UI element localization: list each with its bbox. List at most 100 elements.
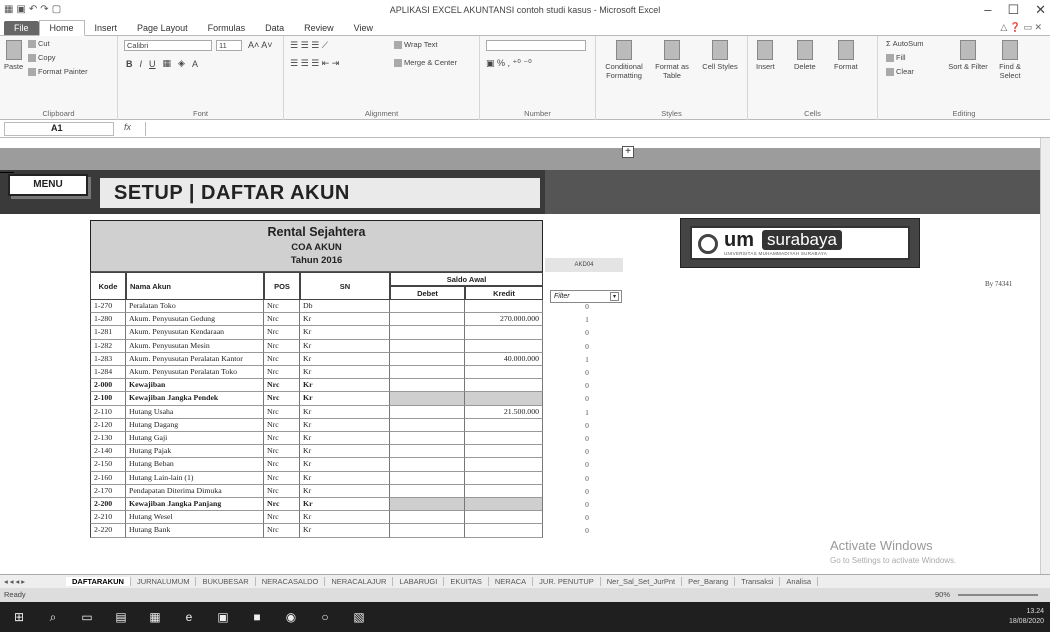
clear-button[interactable]: Clear — [886, 67, 914, 76]
format-cells-button[interactable]: Format — [834, 40, 858, 71]
cell-nama[interactable]: Hutang Dagang — [126, 418, 264, 432]
vertical-scrollbar[interactable] — [1040, 138, 1050, 574]
cell-kode[interactable]: 2-120 — [90, 418, 126, 432]
cell-pos[interactable]: Nrc — [264, 458, 300, 472]
format-as-table-button[interactable]: Format as Table — [650, 40, 694, 80]
table-row[interactable]: 2-150 Hutang Beban Nrc Kr — [90, 458, 543, 472]
cell-sn[interactable]: Kr — [300, 511, 390, 525]
maximize-button[interactable]: ☐ — [1007, 2, 1019, 18]
font-size-select[interactable]: 11 — [216, 40, 242, 51]
cell-debet[interactable] — [390, 418, 465, 432]
table-row[interactable]: 1-270 Peralatan Toko Nrc Db — [90, 300, 543, 314]
insert-cells-button[interactable]: Insert — [756, 40, 775, 71]
cell-kode[interactable]: 2-220 — [90, 524, 126, 538]
cell-kode[interactable]: 2-130 — [90, 432, 126, 446]
cell-debet[interactable] — [390, 313, 465, 327]
cell-debet[interactable] — [390, 352, 465, 366]
tab-data[interactable]: Data — [255, 21, 294, 35]
cell-debet[interactable] — [390, 366, 465, 380]
format-painter-button[interactable]: Format Painter — [28, 67, 88, 76]
cell-sn[interactable]: Kr — [300, 366, 390, 380]
worksheet[interactable]: + MENU SETUP | DAFTAR AKUN Rental Sejaht… — [0, 138, 1040, 574]
tab-insert[interactable]: Insert — [85, 21, 128, 35]
cell-kode[interactable]: 1-280 — [90, 313, 126, 327]
font-family-select[interactable]: Calibri — [124, 40, 212, 51]
zoom-level[interactable]: 90% — [935, 590, 950, 599]
search-icon[interactable]: ⌕ — [46, 610, 60, 624]
cell-kode[interactable]: 2-160 — [90, 471, 126, 485]
cell-kredit[interactable] — [465, 339, 543, 353]
cell-kredit[interactable] — [465, 300, 543, 314]
cell-kode[interactable]: 2-170 — [90, 484, 126, 498]
mail-icon[interactable]: ▦ — [148, 610, 162, 624]
cell-debet[interactable] — [390, 511, 465, 525]
cell-nama[interactable]: Hutang Pajak — [126, 445, 264, 459]
store-icon[interactable]: ▤ — [114, 610, 128, 624]
cell-pos[interactable]: Nrc — [264, 432, 300, 446]
table-row[interactable]: 1-284 Akum. Penyusutan Peralatan Toko Nrc K… — [90, 366, 543, 380]
cell-kredit[interactable] — [465, 498, 543, 512]
table-row[interactable]: 1-283 Akum. Penyusutan Peralatan Kantor Nr… — [90, 352, 543, 366]
cell-pos[interactable]: Nrc — [264, 339, 300, 353]
cell-pos[interactable]: Nrc — [264, 484, 300, 498]
table-row[interactable]: 2-210 Hutang Wesel Nrc Kr — [90, 511, 543, 525]
cell-sn[interactable]: Kr — [300, 458, 390, 472]
sheet-tab[interactable]: Per_Barang — [682, 577, 736, 586]
chevron-down-icon[interactable]: ▾ — [610, 292, 619, 301]
cell-pos[interactable]: Nrc — [264, 445, 300, 459]
cell-pos[interactable]: Nrc — [264, 313, 300, 327]
cell-kredit[interactable]: 270.000.000 — [465, 313, 543, 327]
cell-sn[interactable]: Kr — [300, 392, 390, 406]
cell-kredit[interactable]: 40.000.000 — [465, 352, 543, 366]
cell-kode[interactable]: 2-210 — [90, 511, 126, 525]
edge-icon[interactable]: e — [182, 610, 196, 624]
tab-formulas[interactable]: Formulas — [198, 21, 256, 35]
cell-kredit[interactable] — [465, 524, 543, 538]
table-row[interactable]: 2-140 Hutang Pajak Nrc Kr — [90, 445, 543, 459]
table-row[interactable]: 2-160 Hutang Lain-lain (1) Nrc Kr — [90, 471, 543, 485]
cell-debet[interactable] — [390, 445, 465, 459]
system-clock[interactable]: 13.24 18/08/2020 — [1009, 607, 1044, 627]
excel-taskbar-icon[interactable]: ▣ — [216, 610, 230, 624]
windows-start-icon[interactable]: ⊞ — [12, 610, 26, 624]
indent-icons[interactable]: ☰ ☰ ☰ ⇤ ⇥ — [290, 58, 339, 69]
cut-button[interactable]: Cut — [28, 39, 50, 48]
cell-nama[interactable]: Peralatan Toko — [126, 300, 264, 314]
copy-button[interactable]: Copy — [28, 53, 56, 62]
cell-debet[interactable] — [390, 392, 465, 406]
minimize-button[interactable]: – — [984, 2, 991, 18]
table-row[interactable]: 2-200 Kewajiban Jangka Panjang Nrc Kr — [90, 498, 543, 512]
wrap-text-button[interactable]: Wrap Text — [394, 40, 438, 49]
cell-pos[interactable]: Nrc — [264, 511, 300, 525]
cell-kredit[interactable] — [465, 392, 543, 406]
cell-kode[interactable]: 1-282 — [90, 339, 126, 353]
opera-icon[interactable]: ○ — [318, 610, 332, 624]
sheet-tab[interactable]: NERACALAJUR — [325, 577, 394, 586]
table-row[interactable]: 2-130 Hutang Gaji Nrc Kr — [90, 432, 543, 446]
sheet-tab[interactable]: LABARUGI — [393, 577, 445, 586]
sheet-tab[interactable]: NERACA — [489, 577, 534, 586]
cell-sn[interactable]: Kr — [300, 432, 390, 446]
cell-sn[interactable]: Db — [300, 300, 390, 314]
cell-kredit[interactable] — [465, 511, 543, 525]
cell-nama[interactable]: Kewajiban Jangka Pendek — [126, 392, 264, 406]
name-box[interactable]: A1 — [4, 122, 114, 136]
cell-nama[interactable]: Akum. Penyusutan Peralatan Toko — [126, 366, 264, 380]
cell-nama[interactable]: Hutang Lain-lain (1) — [126, 471, 264, 485]
cell-debet[interactable] — [390, 458, 465, 472]
cell-sn[interactable]: Kr — [300, 326, 390, 340]
number-format-select[interactable] — [486, 40, 586, 51]
cell-debet[interactable] — [390, 484, 465, 498]
cell-sn[interactable]: Kr — [300, 445, 390, 459]
cell-debet[interactable] — [390, 471, 465, 485]
cell-pos[interactable]: Nrc — [264, 352, 300, 366]
cell-kredit[interactable] — [465, 418, 543, 432]
sort-filter-button[interactable]: Sort & Filter — [948, 40, 988, 71]
cell-kode[interactable]: 2-140 — [90, 445, 126, 459]
cell-kredit[interactable] — [465, 484, 543, 498]
function-icon[interactable]: fx — [124, 122, 131, 132]
cell-kode[interactable]: 2-200 — [90, 498, 126, 512]
chrome-icon[interactable]: ◉ — [284, 610, 298, 624]
number-format-icons[interactable]: ▣ % , ⁺⁰ ⁻⁰ — [486, 58, 532, 69]
cell-kredit[interactable] — [465, 458, 543, 472]
